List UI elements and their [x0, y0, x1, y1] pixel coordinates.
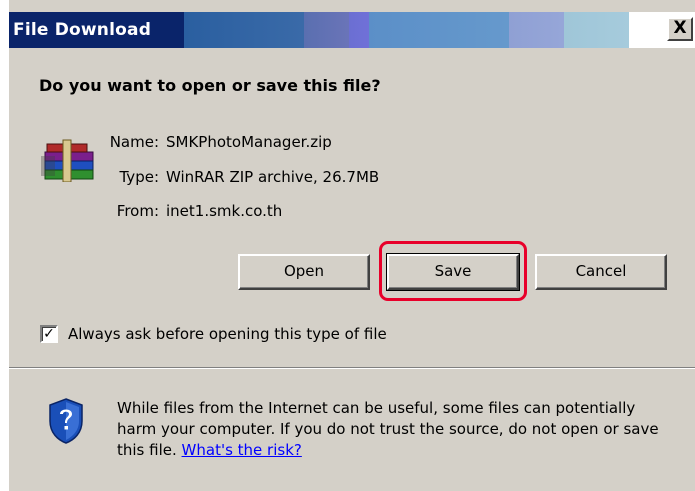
always-ask-checkbox[interactable]: ✓: [40, 325, 58, 343]
file-type-label: Type:: [119, 168, 159, 186]
file-type-value: WinRAR ZIP archive, 26.7MB: [166, 168, 380, 186]
security-shield-icon: [49, 398, 83, 444]
security-warning: While files from the Internet can be use…: [117, 398, 677, 461]
file-name-value: SMKPhotoManager.zip: [166, 133, 332, 151]
close-button[interactable]: X: [667, 17, 693, 41]
file-source-label: From:: [116, 202, 159, 220]
download-question: Do you want to open or save this file?: [39, 76, 381, 95]
file-name-label: Name:: [109, 133, 159, 151]
save-button[interactable]: Save: [386, 253, 520, 291]
file-download-dialog: File Download X Do you want to open or s…: [7, 0, 695, 491]
whats-the-risk-link[interactable]: What's the risk?: [182, 441, 302, 459]
cancel-button[interactable]: Cancel: [535, 254, 667, 290]
window-title: File Download: [13, 20, 152, 40]
always-ask-label[interactable]: Always ask before opening this type of f…: [68, 325, 387, 343]
separator: [9, 367, 695, 369]
title-bar: File Download X: [9, 12, 695, 48]
open-button[interactable]: Open: [238, 254, 370, 290]
file-source-value: inet1.smk.co.th: [166, 202, 283, 220]
